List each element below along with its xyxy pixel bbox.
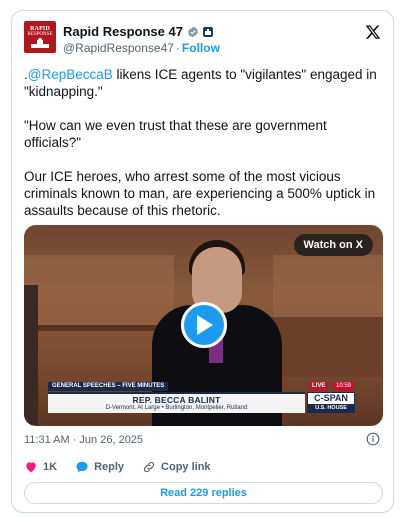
video-player[interactable]: Watch on X GENERAL SPEECHES – FIVE MINUT… (24, 225, 383, 426)
separator-dot: · (175, 41, 180, 55)
follow-button[interactable]: Follow (182, 41, 220, 55)
embedded-post-card: RAPID RESPONSE Rapid Response 47 @RapidR… (11, 10, 394, 513)
lower-third-subtitle: D-Vermont, At Large • Burlington, Montpe… (105, 405, 248, 411)
read-replies-button[interactable]: Read 229 replies (24, 482, 383, 504)
lower-third-name: REP. BECCA BALINT (132, 395, 221, 405)
live-badge: LIVE (309, 382, 329, 391)
like-button[interactable]: 1K (24, 460, 57, 474)
like-count: 1K (43, 461, 58, 473)
cspan-label: C-SPAN (314, 393, 348, 403)
avatar[interactable]: RAPID RESPONSE (24, 21, 56, 53)
author-handle-row: @RapidResponse47 · Follow (63, 41, 220, 55)
x-logo-icon[interactable] (365, 24, 381, 40)
affiliation-badge-icon (202, 26, 213, 37)
broadcast-lower-third: GENERAL SPEECHES – FIVE MINUTES REP. BEC… (48, 382, 383, 426)
link-icon (143, 461, 155, 473)
post-paragraph-3: Our ICE heroes, who arrest some of the m… (24, 169, 376, 218)
cspan-sublabel: U.S. HOUSE (308, 404, 354, 412)
post-paragraph-1: .@RepBeccaB likens ICE agents to "vigila… (24, 66, 384, 100)
play-button[interactable] (181, 302, 227, 348)
mention-link[interactable]: @RepBeccaB (28, 67, 113, 82)
reply-label: Reply (94, 461, 125, 473)
action-bar: 1K Reply Copy link (24, 460, 229, 474)
author-name-row: Rapid Response 47 (63, 24, 213, 39)
heart-icon (26, 462, 36, 473)
reply-bubble-icon (76, 461, 88, 473)
info-icon[interactable] (366, 432, 380, 446)
author-name[interactable]: Rapid Response 47 (63, 24, 183, 39)
verified-badge-icon (187, 26, 198, 37)
lower-third-nameplate: REP. BECCA BALINT D-Vermont, At Large • … (48, 392, 305, 413)
post-text: .@RepBeccaB likens ICE agents to "vigila… (24, 66, 384, 236)
background-panel (24, 255, 174, 325)
background-rail (24, 325, 174, 331)
background-panel (273, 255, 383, 325)
reply-button[interactable]: Reply (75, 460, 124, 474)
live-time: 10:59 (333, 382, 355, 391)
copy-link-label: Copy link (161, 461, 211, 473)
post-timestamp[interactable]: 11:31 AM · Jun 26, 2025 (24, 434, 143, 446)
lower-third-tag: GENERAL SPEECHES – FIVE MINUTES (48, 382, 169, 391)
background-flag (24, 285, 38, 425)
background-desk (268, 317, 383, 377)
author-handle[interactable]: @RapidResponse47 (63, 41, 174, 55)
copy-link-button[interactable]: Copy link (142, 460, 211, 474)
avatar-text-line2: RESPONSE (27, 32, 53, 37)
play-icon (197, 315, 213, 335)
post-paragraph-2: "How can we even trust that these are go… (24, 118, 327, 150)
cspan-logo: C-SPAN U.S. HOUSE (307, 392, 355, 413)
watch-on-x-button[interactable]: Watch on X (293, 234, 373, 256)
capitol-icon (31, 38, 49, 48)
